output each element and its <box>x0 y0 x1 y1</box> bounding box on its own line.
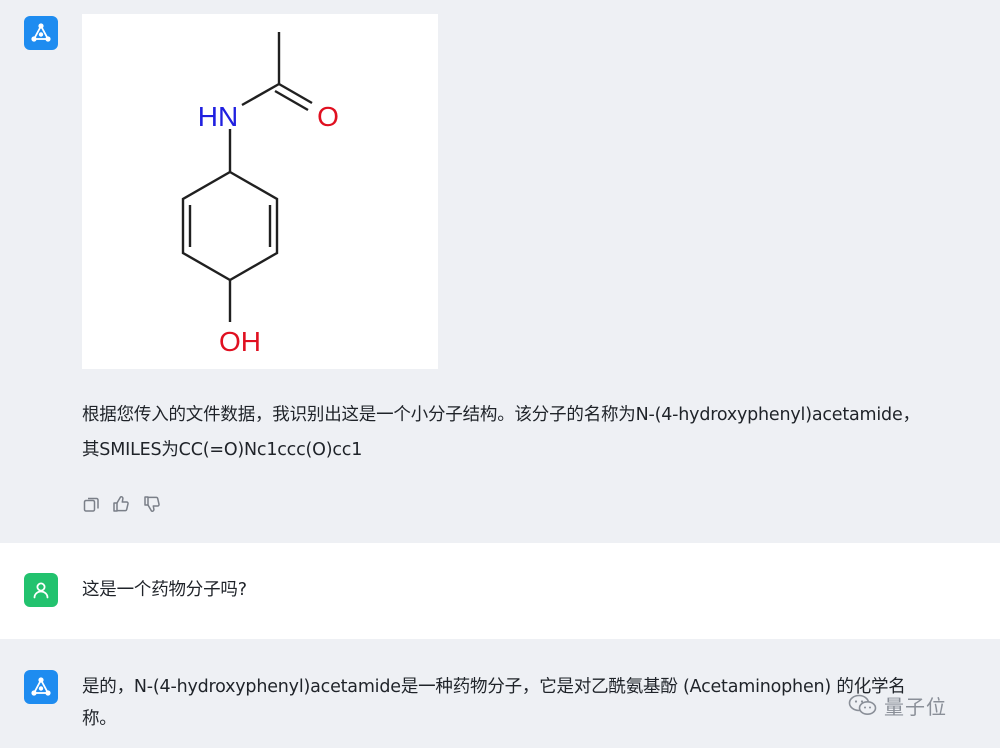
wechat-logo-icon <box>848 694 877 715</box>
bot-response-2-line-2: 称。 <box>82 709 117 729</box>
molecule-image: HN O OH <box>82 14 438 369</box>
watermark: 量子位 <box>848 692 947 719</box>
bot-logo-icon <box>31 677 51 696</box>
thumbs-up-button[interactable] <box>111 494 131 514</box>
bot-avatar <box>24 670 58 704</box>
watermark-text: 量子位 <box>884 694 947 719</box>
user-avatar <box>24 573 58 607</box>
atom-o-label: O <box>317 101 339 132</box>
bot-logo-icon <box>31 23 51 42</box>
bot-response-2-line-1: 是的，N-(4-hydroxyphenyl)acetamide是一种药物分子，它… <box>82 677 906 697</box>
bot-avatar <box>24 16 58 50</box>
thumbs-down-button[interactable] <box>142 494 162 514</box>
bot-response-line-2: 其SMILES为CC(=O)Nc1ccc(O)cc1 <box>82 440 363 460</box>
atom-nh-label: HN <box>198 101 238 132</box>
bot-response-line-1: 根据您传入的文件数据，我识别出这是一个小分子结构。该分子的名称为N-(4-hyd… <box>82 405 920 425</box>
copy-icon <box>83 497 99 512</box>
thumbs-up-icon <box>113 496 129 512</box>
user-icon <box>33 582 49 599</box>
user-message: 这是一个药物分子吗? <box>0 543 1000 639</box>
atom-oh-label: OH <box>219 326 261 357</box>
molecule-structure-diagram: HN O OH <box>181 32 339 357</box>
copy-button[interactable] <box>81 494 101 514</box>
bot-message-1: HN O OH 根据您传入的文件数据，我识别出这是一个小分子结构。该分子的名称为… <box>0 0 1000 543</box>
user-message-text: 这是一个药物分子吗? <box>82 580 247 600</box>
bond-c-n <box>241 82 280 107</box>
benzene-ring <box>181 170 279 282</box>
bond-c-o-2 <box>274 89 309 112</box>
bond-c-o-1 <box>278 82 313 105</box>
thumbs-down-icon <box>144 496 160 512</box>
